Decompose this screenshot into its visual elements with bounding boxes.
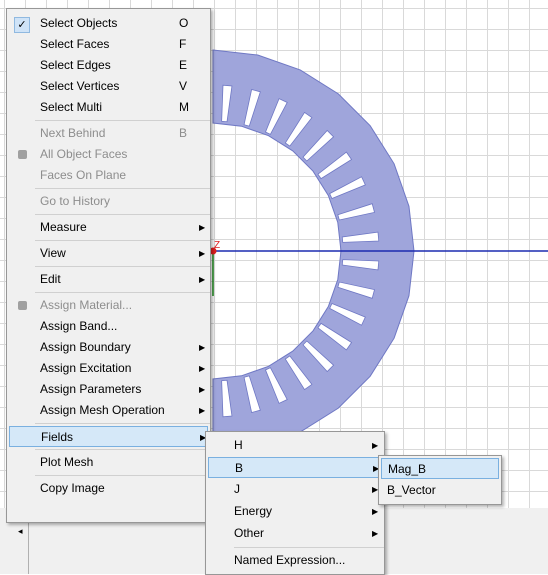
menu-item-label: Assign Excitation (40, 361, 132, 375)
submenu-arrow-icon: ▶ (199, 385, 206, 394)
menu-separator (35, 423, 210, 424)
menu-item-faces-on-plane: Faces On Plane (9, 165, 208, 186)
pin-icon[interactable]: ◂ (18, 526, 23, 537)
fields-item-j[interactable]: J ▶ (208, 479, 382, 500)
menu-item-label: Assign Band... (40, 319, 118, 333)
menu-item-shortcut: O (179, 16, 189, 30)
context-menu: ✓ Select Objects O Select Faces F Select Edge… (6, 8, 211, 523)
menu-item-label: Select Faces (40, 37, 110, 51)
menu-item-shortcut: B (179, 126, 188, 140)
menu-item-all-object-faces: All Object Faces (9, 144, 208, 165)
menu-item-label: All Object Faces (40, 147, 128, 161)
menu-item-label: Faces On Plane (40, 168, 127, 182)
b-item-mag-b[interactable]: Mag_B (381, 458, 499, 479)
menu-item-label: View (40, 246, 66, 260)
menu-separator (35, 475, 210, 476)
menu-item-label: Go to History (40, 194, 111, 208)
menu-item-label: Select Vertices (40, 79, 120, 93)
fields-item-named-expression[interactable]: Named Expression... (208, 550, 382, 571)
menu-item-label: Energy (234, 504, 273, 518)
menu-item-label: B (235, 461, 244, 475)
menu-item-select-multi[interactable]: Select Multi M (9, 97, 208, 118)
menu-item-shortcut: V (179, 79, 188, 93)
menu-item-copy-image[interactable]: Copy Image (9, 478, 208, 499)
menu-item-next-behind: Next Behind B (9, 123, 208, 144)
fields-item-h[interactable]: H ▶ (208, 435, 382, 456)
menu-item-fields[interactable]: Fields ▶ (9, 426, 208, 447)
menu-item-go-to-history: Go to History (9, 191, 208, 212)
menu-item-select-edges[interactable]: Select Edges E (9, 55, 208, 76)
menu-item-label: Measure (40, 220, 87, 234)
menu-item-label: Next Behind (40, 126, 106, 140)
menu-item-edit[interactable]: Edit ▶ (9, 269, 208, 290)
menu-item-shortcut: M (179, 100, 189, 114)
menu-item-label: Assign Material... (40, 298, 133, 312)
submenu-arrow-icon: ▶ (199, 343, 206, 352)
material-icon (18, 301, 27, 310)
menu-item-label: Copy Image (40, 481, 105, 495)
menu-item-label: Assign Parameters (40, 382, 142, 396)
fields-item-b[interactable]: B ▶ (208, 457, 382, 478)
menu-item-label: J (234, 482, 240, 496)
submenu-arrow-icon: ▶ (372, 529, 379, 538)
face-icon (18, 150, 27, 159)
submenu-arrow-icon: ▶ (199, 364, 206, 373)
menu-item-label: Other (234, 526, 265, 540)
fields-item-energy[interactable]: Energy ▶ (208, 501, 382, 522)
submenu-arrow-icon: ▶ (372, 441, 379, 450)
menu-separator (35, 292, 210, 293)
menu-item-label: B_Vector (387, 483, 436, 497)
fields-submenu: H ▶ B ▶ J ▶ Energy ▶ Other ▶ Named Expression... (205, 431, 385, 575)
menu-item-view[interactable]: View ▶ (9, 243, 208, 264)
menu-item-assign-parameters[interactable]: Assign Parameters ▶ (9, 379, 208, 400)
fields-item-other[interactable]: Other ▶ (208, 523, 382, 544)
menu-item-assign-band[interactable]: Assign Band... (9, 316, 208, 337)
b-submenu: Mag_B B_Vector (378, 455, 502, 505)
b-item-b-vector[interactable]: B_Vector (381, 480, 499, 501)
menu-separator (35, 240, 210, 241)
menu-item-label: Edit (40, 272, 61, 286)
menu-separator (35, 449, 210, 450)
menu-item-label: Named Expression... (234, 553, 346, 567)
menu-item-label: Select Edges (40, 58, 111, 72)
menu-item-label: Fields (41, 430, 74, 444)
menu-item-label: Assign Mesh Operation (40, 403, 165, 417)
checkmark-icon: ✓ (14, 17, 30, 33)
menu-item-assign-mesh-operation[interactable]: Assign Mesh Operation ▶ (9, 400, 208, 421)
menu-separator (35, 266, 210, 267)
menu-separator (35, 214, 210, 215)
submenu-arrow-icon: ▶ (199, 275, 206, 284)
submenu-arrow-icon: ▶ (199, 249, 206, 258)
menu-item-label: Plot Mesh (40, 455, 94, 469)
menu-item-assign-material: Assign Material... (9, 295, 208, 316)
menu-separator (35, 120, 210, 121)
menu-item-label: H (234, 438, 243, 452)
menu-item-measure[interactable]: Measure ▶ (9, 217, 208, 238)
menu-item-label: Select Objects (40, 16, 118, 30)
menu-item-shortcut: F (179, 37, 187, 51)
menu-item-label: Mag_B (388, 462, 427, 476)
menu-separator (35, 188, 210, 189)
menu-item-shortcut: E (179, 58, 188, 72)
menu-item-select-vertices[interactable]: Select Vertices V (9, 76, 208, 97)
menu-item-assign-excitation[interactable]: Assign Excitation ▶ (9, 358, 208, 379)
menu-item-label: Select Multi (40, 100, 103, 114)
submenu-arrow-icon: ▶ (199, 223, 206, 232)
menu-item-assign-boundary[interactable]: Assign Boundary ▶ (9, 337, 208, 358)
menu-item-select-faces[interactable]: Select Faces F (9, 34, 208, 55)
submenu-arrow-icon: ▶ (199, 406, 206, 415)
z-axis-label: Z (214, 240, 220, 251)
menu-item-plot-mesh[interactable]: Plot Mesh (9, 452, 208, 473)
menu-item-label: Assign Boundary (40, 340, 131, 354)
menu-separator (234, 547, 384, 548)
menu-item-select-objects[interactable]: ✓ Select Objects O (9, 13, 208, 34)
